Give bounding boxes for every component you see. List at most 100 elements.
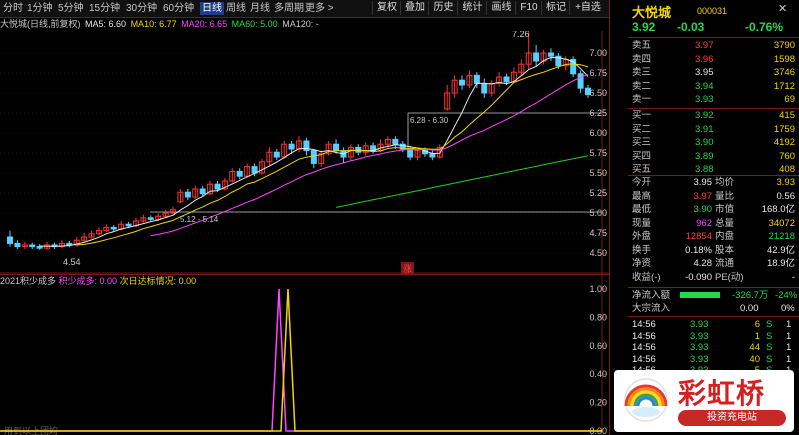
tick-price: 3.93 bbox=[690, 353, 709, 365]
ma10-label: MA10: 6.77 bbox=[130, 19, 177, 29]
period-tab-5min[interactable]: 5分钟 bbox=[58, 2, 84, 15]
close-icon[interactable]: ✕ bbox=[778, 2, 787, 15]
candle-body bbox=[36, 246, 43, 249]
tick-price: 3.93 bbox=[690, 342, 709, 353]
stats-button[interactable]: 统计 bbox=[457, 1, 487, 15]
indicator-tick-label: 0.80 bbox=[589, 312, 607, 322]
tick-count: 1 bbox=[786, 330, 792, 342]
ask-label: 卖二 bbox=[632, 80, 652, 92]
period-tab-monthly[interactable]: 月线 bbox=[250, 2, 270, 15]
candle-body bbox=[273, 151, 280, 158]
ask-price[interactable]: 3.96 bbox=[695, 54, 714, 65]
candlesticks bbox=[7, 32, 591, 250]
history-button[interactable]: 历史 bbox=[428, 1, 458, 15]
stat-label: PE(动) bbox=[715, 271, 744, 283]
tick-count: 1 bbox=[786, 353, 792, 365]
price-tick-label: 5.00 bbox=[589, 208, 607, 218]
price-tick-label: 6.50 bbox=[589, 88, 607, 98]
add-watchlist-button[interactable]: +自选 bbox=[569, 1, 606, 15]
bid-price[interactable]: 3.88 bbox=[695, 164, 714, 175]
adjust-button[interactable]: 复权 bbox=[372, 1, 401, 15]
bid-label: 买三 bbox=[632, 137, 652, 148]
period-tab-more[interactable]: 更多 > bbox=[305, 2, 334, 15]
candle-body bbox=[392, 138, 399, 145]
watermark-text: 用到以上团均 bbox=[4, 425, 58, 435]
bid-price[interactable]: 3.89 bbox=[695, 151, 714, 162]
draw-button[interactable]: 画线 bbox=[486, 1, 516, 15]
price-tick-label: 7.00 bbox=[589, 48, 607, 58]
divider bbox=[628, 287, 799, 288]
tick-volume: 6 bbox=[754, 319, 760, 330]
stat-value: - bbox=[791, 271, 795, 283]
indicator-name[interactable]: 2021积少成多 bbox=[0, 276, 56, 286]
indicator-tick-label: 0.40 bbox=[589, 369, 607, 379]
stock-code: 000031 bbox=[697, 6, 728, 16]
tick-volume: 44 bbox=[749, 342, 760, 353]
stat-label: 外盘 bbox=[632, 231, 652, 242]
kline-chart[interactable]: 7.26 4.54 5.12 - 5.14 6.28 - 6.30 涨 用到以上… bbox=[0, 31, 609, 435]
candle-body bbox=[429, 153, 436, 158]
tick-side: S bbox=[766, 353, 773, 365]
mark-button[interactable]: 标记 bbox=[541, 1, 570, 15]
candle-body bbox=[251, 166, 258, 174]
bid-price[interactable]: 3.92 bbox=[695, 110, 714, 121]
f10-button[interactable]: F10 bbox=[515, 1, 542, 15]
ad-banner[interactable]: 彩虹桥 投资充电站 bbox=[614, 370, 794, 432]
stat-value: 3.90 bbox=[693, 204, 713, 215]
chart-title: 大悦城(日线,前复权) bbox=[0, 19, 81, 29]
divider bbox=[628, 316, 799, 317]
bid-price[interactable]: 3.90 bbox=[695, 137, 714, 148]
stat-label: 总量 bbox=[715, 217, 735, 229]
price-tick-label: 6.25 bbox=[589, 108, 607, 118]
ask-volume: 1598 bbox=[773, 53, 795, 65]
limit-up-marker: 涨 bbox=[403, 264, 412, 274]
stat-label: 内盘 bbox=[715, 231, 735, 242]
tick-side: S bbox=[766, 319, 773, 330]
overlay-button[interactable]: 叠加 bbox=[400, 1, 429, 15]
bid-label: 买五 bbox=[632, 164, 652, 175]
stock-name: 大悦城 bbox=[632, 5, 672, 20]
ask-price[interactable]: 3.95 bbox=[695, 67, 714, 78]
period-tab-daily[interactable]: 日线 bbox=[200, 2, 224, 15]
ma5-label: MA5: 6.60 bbox=[85, 19, 127, 29]
ma120-label: MA120: - bbox=[282, 19, 319, 29]
bid-price[interactable]: 3.91 bbox=[695, 124, 714, 135]
ask-price[interactable]: 3.97 bbox=[695, 40, 714, 51]
candle-body bbox=[147, 217, 154, 220]
candle-body bbox=[547, 52, 554, 57]
ask-label: 卖四 bbox=[632, 53, 652, 65]
period-tab-60min[interactable]: 60分钟 bbox=[163, 2, 194, 15]
period-tab-30min[interactable]: 30分钟 bbox=[126, 2, 157, 15]
period-tab-1min[interactable]: 1分钟 bbox=[27, 2, 53, 15]
net-inflow-label: 净流入额 bbox=[632, 290, 671, 301]
period-tab-weekly[interactable]: 周线 bbox=[226, 2, 246, 15]
stat-value: 18.9亿 bbox=[767, 258, 795, 269]
price-tick-label: 5.25 bbox=[589, 188, 607, 198]
candle-body bbox=[503, 76, 510, 83]
period-tab-15min[interactable]: 15分钟 bbox=[89, 2, 120, 15]
period-tab-multi[interactable]: 多周期 bbox=[274, 2, 304, 15]
net-inflow-pct: -24% bbox=[775, 290, 798, 301]
candle-body bbox=[533, 52, 540, 62]
tick-volume: 1 bbox=[754, 330, 760, 342]
indicator-tick-label: 0.20 bbox=[589, 398, 607, 408]
period-tab-timeshare[interactable]: 分时 bbox=[3, 2, 23, 15]
stat-value: 34072 bbox=[768, 217, 795, 229]
candle-body bbox=[14, 242, 21, 248]
candle-body bbox=[29, 244, 36, 248]
toolbar: 分时 1分钟 5分钟 15分钟 30分钟 60分钟 日线 周线 月线 多周期 更… bbox=[0, 0, 609, 18]
price-change: -0.03 bbox=[677, 20, 705, 34]
ask-label: 卖一 bbox=[632, 94, 652, 105]
ma-header: 大悦城(日线,前复权) MA5: 6.60 MA10: 6.77 MA20: 6… bbox=[0, 18, 609, 31]
ask-volume: 3790 bbox=[773, 40, 795, 51]
tick-price: 3.93 bbox=[690, 319, 709, 330]
indicator-target-line bbox=[0, 288, 602, 432]
ask-price[interactable]: 3.94 bbox=[695, 81, 714, 92]
stat-value: 3.95 bbox=[693, 177, 713, 188]
candle-body bbox=[577, 73, 584, 89]
indicator-line2: 次日达标情况: 0.00 bbox=[119, 276, 197, 286]
bid-label: 买四 bbox=[632, 150, 652, 162]
candle-body bbox=[355, 146, 362, 153]
candle-body bbox=[199, 188, 206, 195]
ask-price[interactable]: 3.93 bbox=[695, 94, 714, 105]
